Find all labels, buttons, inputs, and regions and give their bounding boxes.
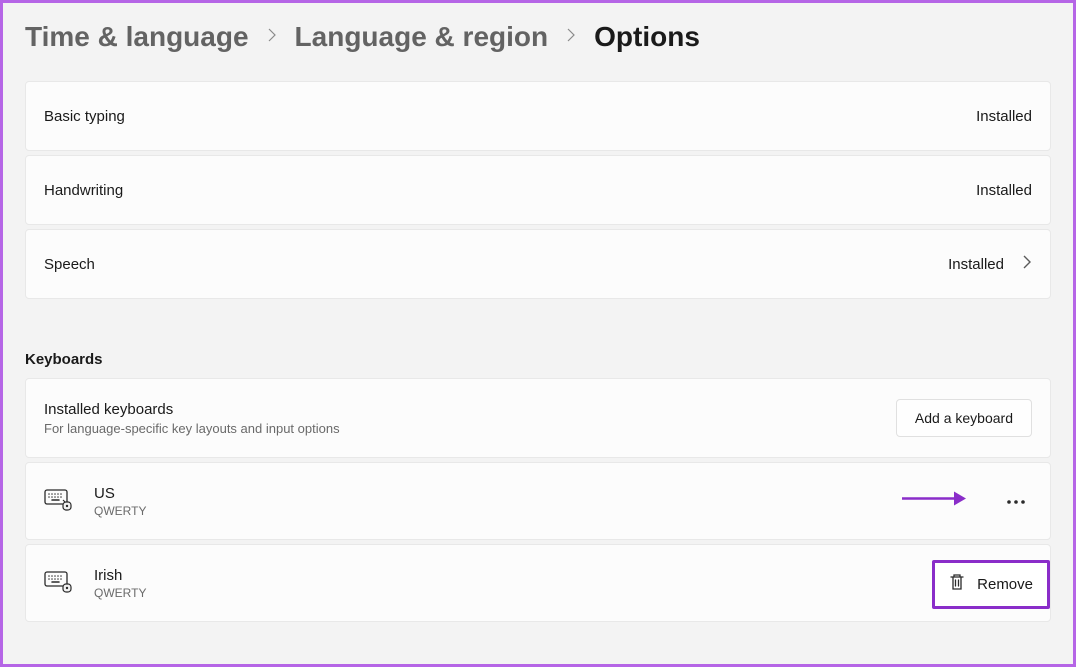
breadcrumb: Time & language Language & region Option… — [3, 3, 1073, 81]
chevron-right-icon — [566, 27, 576, 48]
feature-name: Speech — [44, 256, 95, 273]
trash-icon — [949, 573, 965, 596]
installed-keyboards-sub: For language-specific key layouts and in… — [44, 421, 340, 436]
section-header-keyboards: Keyboards — [25, 303, 1051, 378]
breadcrumb-link-language-region[interactable]: Language & region — [295, 21, 549, 53]
keyboard-name: Irish — [94, 567, 146, 584]
breadcrumb-current: Options — [594, 21, 700, 53]
keyboard-icon — [44, 487, 72, 516]
chevron-right-icon — [1022, 254, 1032, 275]
feature-status: Installed — [976, 108, 1032, 125]
keyboard-row-irish[interactable]: Irish QWERTY — [25, 544, 1051, 622]
keyboard-layout: QWERTY — [94, 586, 146, 600]
context-menu-label: Remove — [977, 576, 1033, 593]
context-menu-remove[interactable]: Remove — [932, 560, 1050, 609]
breadcrumb-link-time-language[interactable]: Time & language — [25, 21, 249, 53]
installed-keyboards-row: Installed keyboards For language-specifi… — [25, 378, 1051, 458]
feature-name: Handwriting — [44, 182, 123, 199]
feature-status: Installed — [976, 182, 1032, 199]
add-keyboard-button[interactable]: Add a keyboard — [896, 399, 1032, 437]
feature-row-handwriting[interactable]: Handwriting Installed — [25, 155, 1051, 225]
keyboard-layout: QWERTY — [94, 504, 146, 518]
keyboard-name: US — [94, 485, 146, 502]
feature-status: Installed — [948, 256, 1004, 273]
keyboard-icon — [44, 569, 72, 598]
more-horizontal-icon — [1006, 492, 1026, 510]
keyboard-row-us[interactable]: US QWERTY — [25, 462, 1051, 540]
feature-row-basic-typing[interactable]: Basic typing Installed — [25, 81, 1051, 151]
feature-row-speech[interactable]: Speech Installed — [25, 229, 1051, 299]
more-options-button[interactable] — [1000, 486, 1032, 516]
annotation-arrow-icon — [900, 490, 970, 513]
feature-name: Basic typing — [44, 108, 125, 125]
chevron-right-icon — [267, 27, 277, 48]
installed-keyboards-title: Installed keyboards — [44, 401, 340, 418]
